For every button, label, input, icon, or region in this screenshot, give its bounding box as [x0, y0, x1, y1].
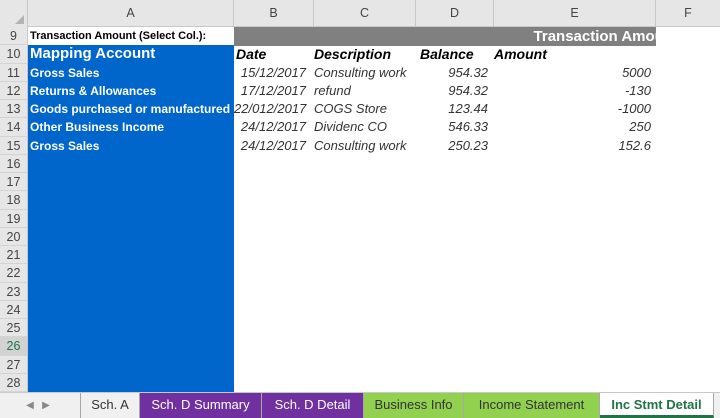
tab-inc-stmt-detail[interactable]: Inc Stmt Detail — [600, 393, 714, 418]
tab-scroll-right-icon[interactable]: ▶ — [38, 393, 54, 418]
row-header-9[interactable]: 9 — [0, 27, 28, 46]
transaction-amount-title[interactable]: Transaction Amount — [468, 27, 678, 46]
header-date[interactable]: Date — [236, 45, 266, 63]
mapping-account-cell[interactable]: Other Business Income — [28, 118, 234, 136]
table-row: Other Business Income 24/12/2017 Dividen… — [28, 118, 720, 136]
sheet-row-9: Transaction Amount (Select Col.): Transa… — [28, 27, 720, 45]
table-row: Gross Sales 15/12/2017 Consulting work 9… — [28, 64, 720, 82]
column-header-c[interactable]: C — [314, 0, 416, 27]
row-header-12[interactable]: 12 — [0, 81, 28, 100]
row-header-28[interactable]: 28 — [0, 373, 28, 392]
balance-cell[interactable]: 954.32 — [416, 82, 488, 100]
description-cell[interactable]: refund — [314, 82, 351, 100]
mapping-account-cell[interactable]: Gross Sales — [28, 64, 234, 82]
amount-cell[interactable]: -130 — [494, 82, 651, 100]
column-header-b[interactable]: B — [234, 0, 314, 27]
date-cell[interactable]: 17/12/2017 — [234, 82, 306, 100]
select-col-label-cell[interactable]: Transaction Amount (Select Col.): — [28, 27, 234, 45]
column-header-e[interactable]: E — [494, 0, 656, 27]
description-cell[interactable]: Consulting work — [314, 64, 407, 82]
tab-income-statement[interactable]: Income Statement — [464, 393, 600, 418]
header-amount[interactable]: Amount — [494, 45, 547, 63]
row-header-22[interactable]: 22 — [0, 264, 28, 283]
date-cell[interactable]: 22/012/2017 — [234, 100, 306, 118]
tab-sch-a[interactable]: Sch. A — [80, 393, 140, 418]
balance-cell[interactable]: 250.23 — [416, 137, 488, 155]
mapping-account-title[interactable]: Mapping Account — [28, 45, 234, 63]
description-cell[interactable]: Dividenc CO — [314, 118, 387, 136]
row-header-20[interactable]: 20 — [0, 227, 28, 246]
amount-cell[interactable]: 250 — [494, 118, 651, 136]
balance-cell[interactable]: 546.33 — [416, 118, 488, 136]
date-cell[interactable]: 15/12/2017 — [234, 64, 306, 82]
date-cell[interactable]: 24/12/2017 — [234, 137, 306, 155]
row-headers: 9 10 11 12 13 14 15 16 17 18 19 20 21 22… — [0, 27, 28, 392]
column-header-d[interactable]: D — [416, 0, 494, 27]
description-cell[interactable]: Consulting work — [314, 137, 407, 155]
row-header-14[interactable]: 14 — [0, 118, 28, 137]
row-header-26[interactable]: 26 — [0, 337, 28, 356]
header-description[interactable]: Description — [314, 45, 391, 63]
balance-cell[interactable]: 123.44 — [416, 100, 488, 118]
row-header-25[interactable]: 25 — [0, 319, 28, 338]
column-header-row: A B C D E F — [0, 0, 720, 27]
row-header-24[interactable]: 24 — [0, 300, 28, 319]
table-row: Returns & Allowances 17/12/2017 refund 9… — [28, 82, 720, 100]
tab-sch-d-summary[interactable]: Sch. D Summary — [140, 393, 262, 418]
sheet-grid[interactable]: Transaction Amount (Select Col.): Transa… — [28, 27, 720, 392]
select-all-triangle-icon — [15, 15, 24, 24]
balance-cell[interactable]: 954.32 — [416, 64, 488, 82]
table-row: Goods purchased or manufactured 22/012/2… — [28, 100, 720, 118]
select-all-corner[interactable] — [0, 0, 28, 27]
amount-cell[interactable]: 5000 — [494, 64, 651, 82]
amount-cell[interactable]: 152.6 — [494, 137, 651, 155]
row-header-21[interactable]: 21 — [0, 246, 28, 265]
description-cell[interactable]: COGS Store — [314, 100, 387, 118]
row-header-18[interactable]: 18 — [0, 191, 28, 210]
sheet-row-10: Mapping Account Date Description Balance… — [28, 45, 720, 63]
row-header-10[interactable]: 10 — [0, 45, 28, 64]
row-header-16[interactable]: 16 — [0, 154, 28, 173]
sheet-tab-bar: ◀ ▶ Sch. A Sch. D Summary Sch. D Detail … — [0, 392, 720, 418]
mapping-account-cell[interactable]: Goods purchased or manufactured — [28, 100, 234, 118]
mapping-account-cell[interactable]: Returns & Allowances — [28, 82, 234, 100]
table-row: Gross Sales 24/12/2017 Consulting work 2… — [28, 137, 720, 155]
column-header-f[interactable]: F — [656, 0, 720, 27]
row-header-17[interactable]: 17 — [0, 173, 28, 192]
amount-cell[interactable]: -1000 — [494, 100, 651, 118]
row-header-27[interactable]: 27 — [0, 355, 28, 374]
header-balance[interactable]: Balance — [420, 45, 474, 63]
tab-business-info[interactable]: Business Info — [364, 393, 464, 418]
column-header-a[interactable]: A — [28, 0, 234, 27]
row-header-11[interactable]: 11 — [0, 63, 28, 82]
row-header-19[interactable]: 19 — [0, 209, 28, 228]
tab-sch-d-detail[interactable]: Sch. D Detail — [262, 393, 364, 418]
row-header-23[interactable]: 23 — [0, 282, 28, 301]
tab-scroll-left-icon[interactable]: ◀ — [22, 393, 38, 418]
date-cell[interactable]: 24/12/2017 — [234, 118, 306, 136]
mapping-account-cell[interactable]: Gross Sales — [28, 137, 234, 155]
row-header-13[interactable]: 13 — [0, 100, 28, 119]
row-header-15[interactable]: 15 — [0, 136, 28, 155]
